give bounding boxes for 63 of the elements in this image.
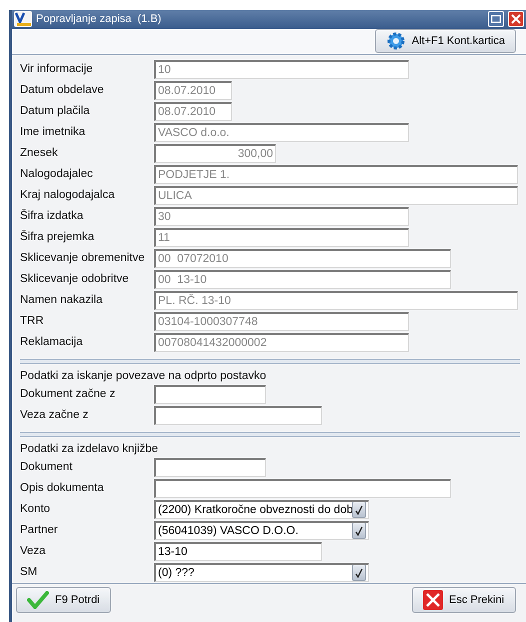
input-field[interactable]: 10 [154, 60, 409, 78]
field-label: Sklicevanje obremenitve [20, 252, 146, 264]
check-icon [355, 504, 363, 514]
account-card-button[interactable]: Alt+F1 Kont.kartica [374, 29, 516, 54]
check-icon [355, 568, 363, 578]
field-label: Reklamacija [20, 336, 84, 348]
field-label: Opis dokumenta [20, 482, 105, 494]
input-field[interactable]: 00 13-10 [154, 270, 451, 288]
maximize-icon [491, 15, 501, 24]
input-field[interactable] [154, 384, 266, 404]
field-label: Konto [20, 503, 52, 515]
field-label: Znesek [20, 147, 59, 159]
input-field[interactable]: 03104-1000307748 [154, 312, 409, 330]
field-label: Veza začne z [20, 409, 90, 421]
input-field[interactable]: PL. RČ. 13-10 [154, 290, 518, 310]
cancel-button[interactable]: Esc Prekini [412, 586, 516, 612]
input-field[interactable]: 08.07.2010 [154, 102, 232, 120]
gear-icon [386, 31, 406, 52]
input-field[interactable]: ULICA [154, 186, 518, 204]
dropdown-button[interactable] [352, 502, 366, 518]
maximize-button[interactable] [488, 11, 504, 28]
dropdown-button[interactable] [352, 522, 366, 538]
field-label: Datum obdelave [20, 84, 105, 96]
section-heading: Podatki za iskanje povezave na odprto postavko [20, 368, 268, 384]
field-label: Nalogodajalec [20, 168, 94, 180]
field-label: Partner [20, 524, 59, 536]
input-field[interactable]: 08.07.2010 [154, 80, 232, 100]
input-field[interactable] [154, 458, 266, 476]
field-label: Kraj nalogodajalca [20, 189, 116, 201]
section-heading: Podatki za izdelavo knjižbe [20, 442, 160, 456]
input-field[interactable] [154, 406, 322, 424]
field-label: SM [20, 566, 38, 578]
field-label: Dokument [20, 461, 74, 473]
checkmark-icon [27, 590, 49, 608]
input-field[interactable] [154, 478, 451, 498]
app-logo-icon [14, 11, 32, 28]
input-field[interactable]: 11 [154, 228, 409, 246]
close-icon [423, 590, 443, 610]
input-field[interactable]: PODJETJE 1. [154, 164, 518, 184]
input-field[interactable]: 30 [154, 206, 409, 226]
confirm-button[interactable]: F9 Potrdi [16, 586, 111, 612]
window-title: Popravljanje zapisa (1.B) [36, 13, 162, 26]
field-label: Namen nakazila [20, 294, 104, 306]
field-label: Šifra prejemka [20, 231, 96, 243]
field-label: Sklicevanje odobritve [20, 273, 130, 285]
field-label: Šifra izdatka [20, 210, 84, 222]
field-label: Ime imetnika [20, 126, 86, 138]
input-field[interactable]: 300,00 [154, 144, 276, 162]
close-icon [511, 14, 521, 24]
field-label: Dokument začne z [20, 388, 116, 400]
field-label: Veza [20, 545, 47, 557]
input-field[interactable]: VASCO d.o.o. [154, 122, 409, 142]
input-field[interactable]: 00708041432000002 [154, 332, 409, 352]
field-label: Vir informacije [20, 63, 94, 75]
close-button[interactable] [508, 11, 524, 28]
combo-box[interactable]: (0) ??? [154, 562, 369, 582]
input-field[interactable]: 00 07072010 [154, 248, 451, 268]
combo-box[interactable]: (56041039) VASCO D.O.O. [154, 520, 369, 540]
input-field[interactable]: 13-10 [154, 542, 322, 560]
field-label: TRR [20, 315, 45, 327]
check-icon [355, 526, 363, 536]
dropdown-button[interactable] [352, 564, 366, 580]
field-label: Datum plačila [20, 105, 91, 117]
